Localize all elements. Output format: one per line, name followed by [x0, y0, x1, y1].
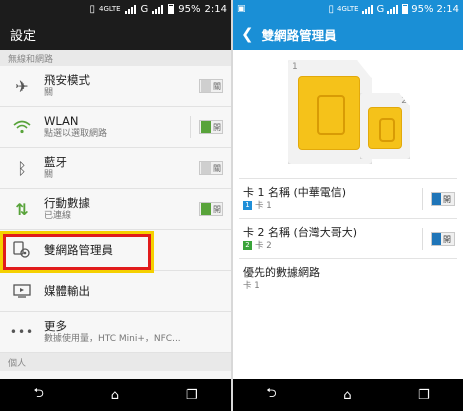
airplane-mode-toggle[interactable]: 關 [199, 79, 223, 93]
item-title: 媒體輸出 [44, 284, 90, 298]
settings-screen: ▯ 4GLTE G 95% 2:14 設定 無線和網路 ✈ 飛安模式關 關 WL… [0, 0, 231, 411]
toggle-label: 關 [213, 163, 221, 173]
sim-card-1-number: 1 [292, 62, 298, 72]
page-title: 雙網路管理員 [261, 27, 337, 43]
battery-icon [402, 4, 409, 14]
bluetooth-icon: ᛒ [17, 158, 27, 178]
recents-button[interactable]: ❐ [418, 388, 430, 403]
recents-button[interactable]: ❐ [186, 388, 198, 403]
sim-1-toggle[interactable]: 開 [431, 192, 455, 206]
settings-item-more[interactable]: ••• 更多 數據使用量，HTC Mini+，NFC... [0, 312, 231, 353]
vibrate-icon: ▯ [328, 3, 335, 15]
settings-item-airplane-mode[interactable]: ✈ 飛安模式關 關 [0, 66, 231, 107]
sim-card-2-number: 2 [401, 96, 407, 106]
signal-icon-2 [387, 4, 399, 14]
sim-chip [368, 107, 402, 149]
wifi-icon [0, 120, 44, 134]
section-header-wireless: 無線和網路 [0, 50, 231, 66]
dual-network-manager-screen: ▣ ▯ 4GLTE G 95% 2:14 ❮ 雙網路管理員 1 2 卡 1 名稱… [233, 0, 463, 411]
signal-icon [124, 4, 137, 14]
preferred-data-network-value: 卡 1 [243, 280, 260, 291]
item-title: 更多 [44, 319, 67, 333]
image-notification-icon: ▣ [237, 4, 246, 14]
carrier-g: G [376, 3, 385, 15]
home-button[interactable]: ⌂ [111, 388, 119, 403]
toggle-label: 開 [213, 204, 221, 214]
clock: 2:14 [204, 3, 227, 15]
settings-item-media-output[interactable]: 媒體輸出 [0, 271, 231, 312]
wlan-toggle[interactable]: 開 [199, 120, 223, 134]
media-output-icon [0, 284, 44, 298]
sim-1-badge: 1 [243, 201, 252, 210]
dual-network-appbar: ❮ 雙網路管理員 [233, 18, 463, 50]
battery-icon [168, 4, 175, 14]
back-button[interactable]: ⮌ [33, 384, 43, 406]
page-title: 設定 [10, 28, 37, 44]
settings-item-bluetooth[interactable]: ᛒ 藍牙關 關 [0, 148, 231, 189]
sim-chip [298, 76, 360, 150]
battery-percent: 95% [411, 3, 434, 15]
clock: 2:14 [436, 3, 459, 15]
sim-1-subtitle: 卡 1 [255, 200, 272, 211]
sim-2-subtitle: 卡 2 [255, 240, 272, 251]
sim-2-name-row[interactable]: 卡 2 名稱 (台灣大哥大) 2卡 2 開 [239, 218, 457, 258]
toggle-label: 開 [443, 234, 451, 244]
sim-2-badge: 2 [243, 241, 252, 250]
settings-item-dual-network-manager[interactable]: 雙網路管理員 [0, 230, 231, 271]
carrier-g: G [140, 3, 149, 15]
airplane-icon: ✈ [15, 76, 29, 96]
toggle-label: 開 [213, 122, 221, 132]
network-type: 4GLTE [337, 5, 359, 13]
status-bar: ▣ ▯ 4GLTE G 95% 2:14 [233, 0, 463, 18]
sim-1-name-row[interactable]: 卡 1 名稱 (中華電信) 1卡 1 開 [239, 178, 457, 218]
sim-card-2-image: 2 [360, 93, 410, 159]
status-bar: ▯ 4GLTE G 95% 2:14 [0, 0, 231, 18]
preferred-data-network-row[interactable]: 優先的數據網路 卡 1 [239, 258, 457, 298]
item-subtitle: 數據使用量，HTC Mini+，NFC... [44, 334, 181, 344]
sim-2-name: 卡 2 名稱 (台灣大哥大) [243, 225, 358, 239]
item-title: 雙網路管理員 [44, 243, 113, 257]
home-button[interactable]: ⌂ [343, 388, 351, 403]
section-header-personal: 個人 [0, 353, 231, 371]
bluetooth-toggle[interactable]: 關 [199, 161, 223, 175]
toggle-label: 開 [443, 194, 451, 204]
sim-card-1-image: 1 [288, 60, 372, 164]
navigation-bar: ⮌ ⌂ ❐ [0, 379, 231, 411]
vibrate-icon: ▯ [89, 3, 96, 15]
toggle-divider [422, 228, 423, 250]
signal-icon-2 [152, 4, 164, 14]
signal-icon [361, 4, 374, 14]
toggle-divider [422, 188, 423, 210]
back-arrow-icon[interactable]: ❮ [241, 25, 254, 43]
sim-cards-illustration: 1 2 [233, 50, 463, 178]
mobile-data-icon: ⇅ [15, 199, 29, 219]
toggle-label: 關 [213, 81, 221, 91]
settings-item-wlan[interactable]: WLAN 點選以選取網路 開 [0, 107, 231, 148]
back-button[interactable]: ⮌ [266, 384, 276, 406]
navigation-bar: ⮌ ⌂ ❐ [233, 379, 463, 411]
sim-2-toggle[interactable]: 開 [431, 232, 455, 246]
battery-percent: 95% [178, 3, 201, 15]
preferred-data-network-title: 優先的數據網路 [243, 265, 320, 279]
dual-sim-gear-icon [0, 241, 44, 259]
toggle-divider [190, 116, 191, 138]
settings-appbar: 設定 [0, 18, 231, 50]
sim-1-name: 卡 1 名稱 (中華電信) [243, 185, 347, 199]
mobile-data-toggle[interactable]: 開 [199, 202, 223, 216]
settings-item-mobile-data[interactable]: ⇅ 行動數據 已連線 開 [0, 189, 231, 230]
network-type: 4GLTE [99, 5, 121, 13]
more-icon: ••• [9, 325, 35, 339]
